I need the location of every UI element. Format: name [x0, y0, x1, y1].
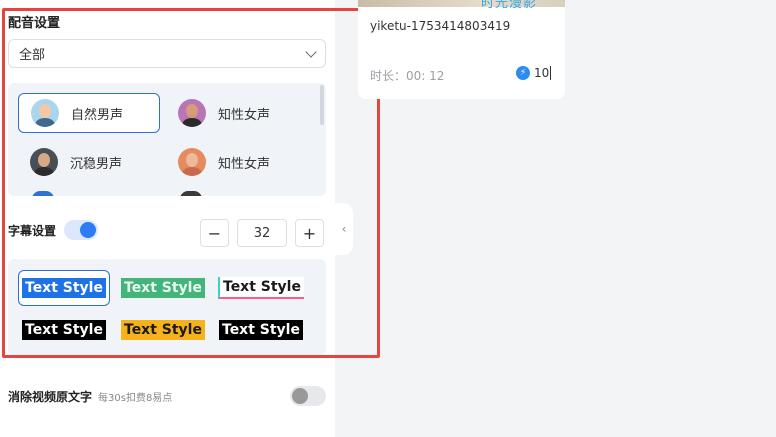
- subtitle-style-5[interactable]: Text Style: [117, 312, 209, 348]
- subtitle-toggle[interactable]: [64, 220, 99, 240]
- subtitle-style-2[interactable]: Text Style: [117, 270, 209, 306]
- voice-settings-title: 配音设置: [8, 16, 61, 31]
- video-duration: 时长：00: 12: [370, 69, 445, 83]
- erase-text-label: 消除视频原文字: [8, 390, 93, 404]
- voice-option-label: 自然男声: [71, 107, 124, 123]
- decrease-font-size-button[interactable]: −: [200, 219, 229, 247]
- male-avatar-icon: [30, 148, 58, 176]
- font-size-input[interactable]: 32: [237, 219, 287, 247]
- voice-option-label: 知性女声: [218, 156, 271, 172]
- video-name: yiketu-1753414803419: [370, 19, 511, 33]
- subtitle-style-1[interactable]: Text Style: [18, 270, 110, 306]
- voice-filter-select[interactable]: 全部: [8, 39, 326, 68]
- voice-option-intellectual-female[interactable]: 知性女声: [176, 93, 318, 133]
- increase-font-size-button[interactable]: +: [295, 219, 324, 247]
- voice-filter-value: 全部: [19, 48, 46, 63]
- settings-panel: 配音设置 全部 自然男声 知性女声 沉稳男声 知性女声 字幕设置 − 32 + …: [0, 0, 335, 437]
- voice-option-label: 知性女声: [218, 107, 271, 123]
- male-avatar-icon: [31, 99, 59, 127]
- points-badge: ⚡ 10: [516, 66, 552, 80]
- style-preview: Text Style: [219, 320, 303, 340]
- female-avatar-icon: [178, 99, 206, 127]
- voice-list-scrollbar[interactable]: [320, 85, 324, 125]
- subtitle-style-3[interactable]: Text Style: [215, 270, 307, 306]
- erase-text-toggle[interactable]: [290, 386, 326, 406]
- subtitle-style-grid: Text Style Text Style Text Style Text St…: [8, 259, 326, 355]
- subtitle-style-6[interactable]: Text Style: [215, 312, 307, 348]
- video-card[interactable]: 时光漫影 yiketu-1753414803419 时长：00: 12 ⚡ 10: [358, 0, 565, 99]
- next-avatar-peek: [32, 191, 54, 196]
- chevron-left-icon: ‹: [341, 222, 347, 236]
- font-size-stepper: − 32 +: [200, 219, 324, 247]
- voice-option-intellectual-female-2[interactable]: 知性女声: [176, 142, 318, 182]
- voice-list: 自然男声 知性女声 沉稳男声 知性女声: [8, 83, 326, 196]
- style-preview: Text Style: [22, 278, 106, 298]
- next-avatar-peek: [180, 191, 202, 196]
- points-value: 10: [534, 66, 550, 80]
- chevron-down-icon: [305, 45, 317, 58]
- voice-option-label: 沉稳男声: [70, 156, 123, 172]
- style-preview: Text Style: [121, 320, 205, 340]
- text-cursor: [550, 66, 552, 80]
- subtitle-style-4[interactable]: Text Style: [18, 312, 110, 348]
- subtitle-settings-row: 字幕设置: [8, 220, 99, 240]
- collapse-panel-button[interactable]: ‹: [335, 203, 353, 255]
- erase-text-row: 消除视频原文字 每30s扣费8易点: [8, 388, 172, 405]
- thumbnail-text: 时光漫影: [481, 0, 538, 11]
- subtitle-settings-label: 字幕设置: [8, 223, 57, 238]
- lightning-icon: ⚡: [516, 66, 530, 80]
- style-preview: Text Style: [22, 320, 106, 340]
- voice-option-natural-male[interactable]: 自然男声: [18, 93, 160, 133]
- style-preview: Text Style: [218, 277, 304, 299]
- style-preview: Text Style: [121, 278, 205, 298]
- female-avatar-icon: [178, 148, 206, 176]
- erase-text-cost-note: 每30s扣费8易点: [98, 393, 173, 404]
- voice-option-steady-male[interactable]: 沉稳男声: [18, 142, 160, 182]
